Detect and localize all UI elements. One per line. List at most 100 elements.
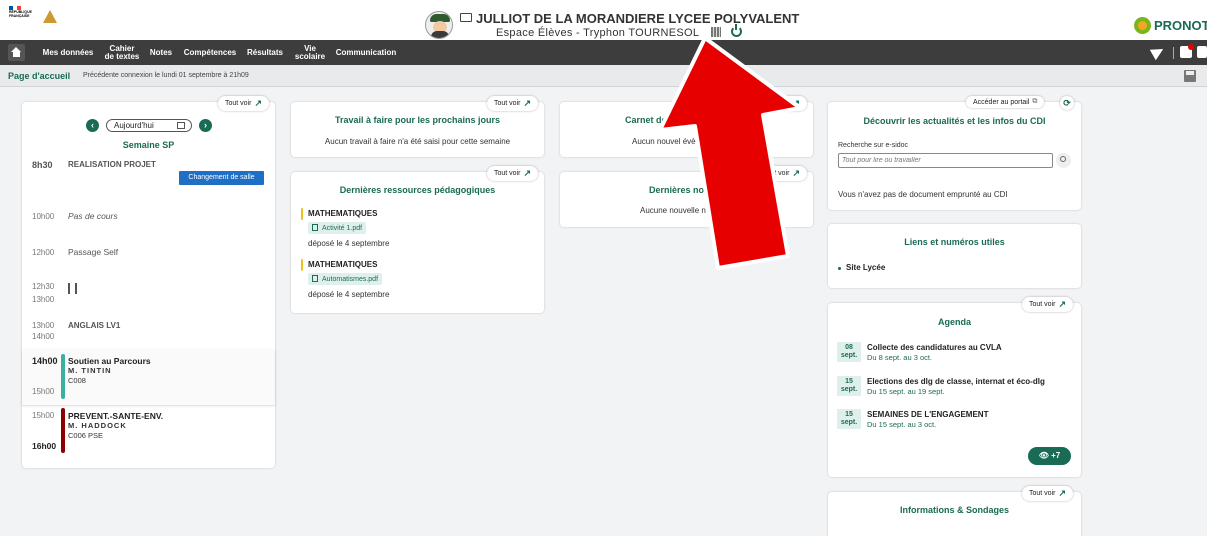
grades-see-all-button[interactable]: Tout voir ↗ bbox=[756, 166, 808, 181]
carnet-title: Carnet de correspon bbox=[625, 115, 714, 125]
week-label: Semaine SP bbox=[122, 140, 175, 150]
agenda-see-all-button[interactable]: Tout voir ↗ bbox=[1022, 297, 1074, 312]
slot-subject: Passage Self bbox=[68, 247, 119, 257]
nav-communication[interactable]: Communication bbox=[332, 40, 400, 65]
slot-time: 8h30 bbox=[32, 160, 53, 170]
send-icon[interactable] bbox=[1149, 43, 1167, 61]
info-see-all-button[interactable]: Tout voir ↗ bbox=[1022, 486, 1074, 501]
agenda-event-title[interactable]: Collecte des candidatures au CVLA bbox=[867, 343, 1002, 352]
carnet-see-all-button[interactable]: Tout voir ↗ bbox=[756, 96, 808, 111]
slot-subject: PREVENT.-SANTE-ENV. bbox=[68, 411, 164, 421]
resources-card: Dernières ressources pédagogiques MATHEM… bbox=[291, 172, 544, 313]
slot-end-time: 16h00 bbox=[32, 441, 57, 451]
slot-time: 12h30 bbox=[32, 282, 55, 291]
school-logo bbox=[43, 10, 57, 23]
resources-title: Dernières ressources pédagogiques bbox=[339, 185, 496, 195]
slot-time: 15h00 bbox=[32, 411, 55, 420]
agenda-card: Agenda 08 sept. Collecte des candidature… bbox=[828, 303, 1081, 477]
nav-vie-scolaire[interactable]: Vie scolaire bbox=[290, 40, 330, 65]
slot-subject: Pas de cours bbox=[68, 211, 118, 221]
cdi-card: Découvrir les actualités et les infos du… bbox=[828, 102, 1081, 210]
carnet-empty: Aucun nouvel évène bbox=[632, 137, 705, 146]
notification-badge bbox=[1188, 44, 1194, 50]
arrow-up-right-icon: ↗ bbox=[254, 98, 263, 108]
resources-see-all-button[interactable]: Tout voir ↗ bbox=[487, 166, 539, 181]
slot-room: C006 PSE bbox=[68, 431, 104, 440]
slot-time: 12h00 bbox=[32, 248, 55, 257]
slot-time: 13h00 bbox=[32, 321, 55, 330]
agenda-day: 15 bbox=[845, 411, 853, 418]
homework-see-all-button[interactable]: Tout voir ↗ bbox=[487, 96, 539, 111]
message-icon[interactable] bbox=[1197, 46, 1207, 58]
search-button[interactable] bbox=[1056, 153, 1071, 168]
cdi-portal-button[interactable]: Accéder au portail ⧉ bbox=[966, 96, 1045, 108]
arrow-up-right-icon: ↗ bbox=[523, 168, 532, 178]
cdi-empty: Vous n'avez pas de document emprunté au … bbox=[838, 190, 1008, 199]
agenda-event-range: Du 15 sept. au 19 sept. bbox=[867, 387, 945, 396]
republique-logo: RÉPUBLIQUE FRANÇAISE bbox=[9, 6, 37, 34]
brand-name: PRONOT bbox=[1154, 18, 1207, 33]
date-selector-label: Aujourd'hui bbox=[114, 121, 154, 130]
subject-color-bar bbox=[301, 208, 303, 220]
slot-time: 10h00 bbox=[32, 212, 55, 221]
qr-code-icon[interactable] bbox=[711, 27, 721, 37]
agenda-day: 08 bbox=[845, 344, 853, 351]
refresh-icon: ⟳ bbox=[1063, 98, 1071, 108]
room-change-badge: Changement de salle bbox=[179, 171, 264, 185]
agenda-more-button[interactable]: 👁 +7 bbox=[1028, 447, 1071, 465]
resource-date: déposé le 4 septembre bbox=[308, 239, 390, 248]
homework-title: Travail à faire pour les prochains jours bbox=[334, 115, 501, 125]
power-icon[interactable] bbox=[731, 24, 742, 37]
refresh-button[interactable]: ⟳ bbox=[1060, 96, 1074, 110]
cdi-title: Découvrir les actualités et les infos du… bbox=[863, 116, 1046, 126]
prev-day-button[interactable]: ‹ bbox=[86, 119, 99, 132]
nav-resultats[interactable]: Résultats bbox=[243, 40, 287, 65]
agenda-month: sept. bbox=[840, 419, 858, 426]
agenda-month: sept. bbox=[840, 386, 858, 393]
last-connection: Précédente connexion le lundi 01 septemb… bbox=[83, 72, 249, 79]
nav-competences[interactable]: Compétences bbox=[178, 40, 242, 65]
next-day-button[interactable]: › bbox=[199, 119, 212, 132]
nav-cahier-de-textes[interactable]: Cahier de textes bbox=[100, 40, 144, 65]
cdi-search-input[interactable] bbox=[838, 153, 1053, 168]
bullet-icon bbox=[838, 267, 841, 270]
schedule-see-all-button[interactable]: Tout voir ↗ bbox=[218, 96, 270, 111]
slot-end-time: 14h00 bbox=[32, 332, 55, 341]
arrow-up-right-icon: ↗ bbox=[792, 168, 801, 178]
slot-time: 14h00 bbox=[32, 356, 58, 366]
agenda-title: Agenda bbox=[937, 317, 971, 327]
agenda-month: sept. bbox=[840, 352, 858, 359]
resource-subject: MATHEMATIQUES bbox=[308, 260, 378, 269]
slot-subject: ANGLAIS LV1 bbox=[68, 321, 121, 330]
resource-date: déposé le 4 septembre bbox=[308, 290, 390, 299]
slot-teacher: M. HADDOCK bbox=[68, 421, 127, 430]
agenda-event-range: Du 8 sept. au 3 oct. bbox=[867, 353, 933, 362]
search-icon bbox=[1060, 156, 1066, 162]
resource-subject: MATHEMATIQUES bbox=[308, 209, 378, 218]
arrow-up-right-icon: ↗ bbox=[1058, 488, 1067, 498]
school-name: JULLIOT DE LA MORANDIERE LYCEE POLYVALEN… bbox=[476, 11, 800, 26]
links-title: Liens et numéros utiles bbox=[904, 237, 1005, 247]
school-card-icon bbox=[460, 13, 472, 22]
grades-empty: Aucune nouvelle n bbox=[640, 206, 706, 215]
nav-notes[interactable]: Notes bbox=[146, 40, 176, 65]
page-title: Page d'accueil bbox=[8, 71, 71, 81]
restaurant-icon bbox=[68, 283, 77, 294]
space-label: Espace Élèves - Tryphon TOURNESOL bbox=[496, 27, 700, 39]
slot-end-time: 15h00 bbox=[32, 387, 55, 396]
document-icon bbox=[312, 275, 318, 282]
info-title: Informations & Sondages bbox=[899, 505, 1009, 515]
save-icon[interactable] bbox=[1184, 70, 1196, 82]
nav-mes-donnees[interactable]: Mes données bbox=[38, 40, 98, 65]
slot-subject: Soutien au Parcours bbox=[68, 356, 151, 366]
home-icon[interactable] bbox=[8, 44, 25, 61]
agenda-event-title[interactable]: SEMAINES DE L'ENGAGEMENT bbox=[867, 410, 988, 419]
slot-color-bar bbox=[61, 354, 65, 399]
link-site-lycee[interactable]: Site Lycée bbox=[846, 263, 885, 272]
avatar[interactable] bbox=[425, 11, 453, 39]
resource-file-link[interactable]: Automatismes.pdf bbox=[308, 273, 383, 285]
resource-file-link[interactable]: Activité 1.pdf bbox=[308, 222, 367, 234]
agenda-event-title[interactable]: Elections des dlg de classe, internat et… bbox=[867, 377, 1045, 386]
date-selector[interactable]: Aujourd'hui bbox=[106, 119, 192, 132]
nav-divider bbox=[1173, 47, 1174, 59]
